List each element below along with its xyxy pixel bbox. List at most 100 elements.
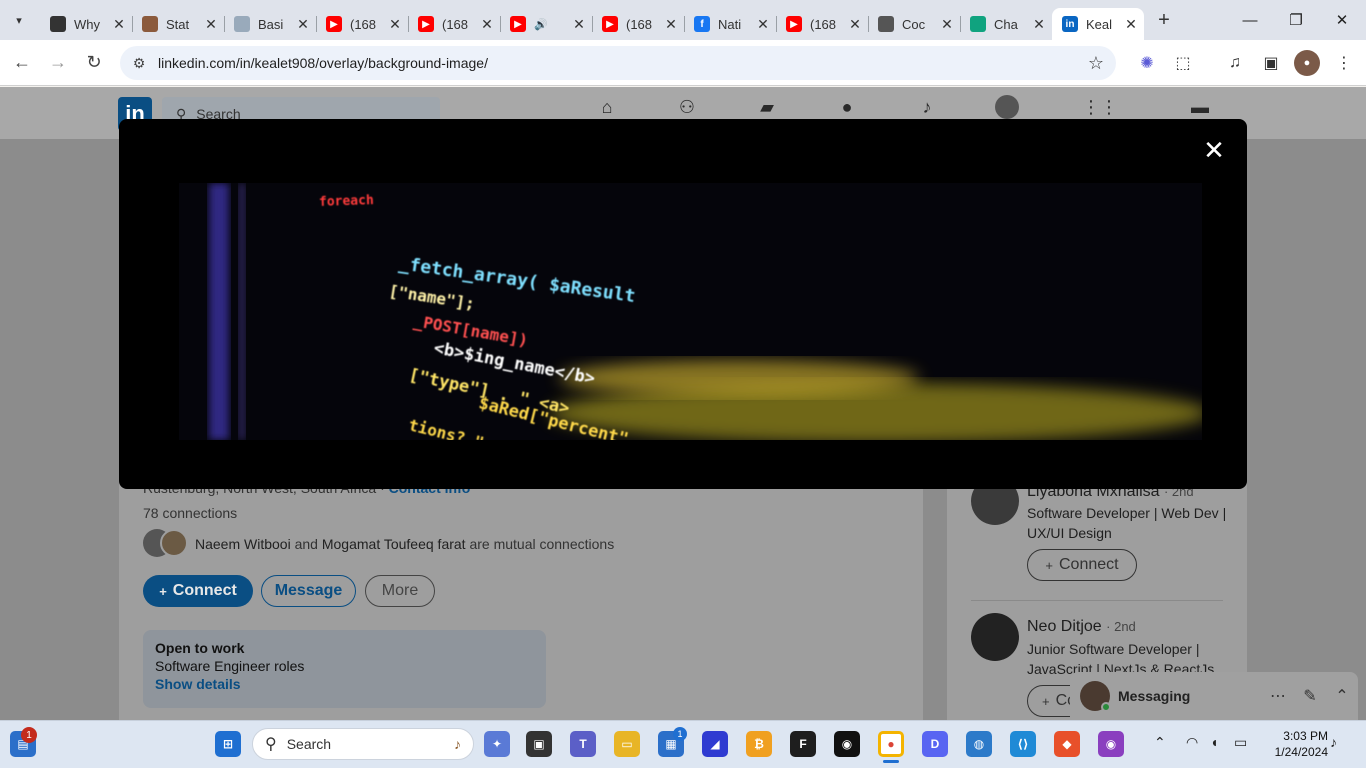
taskbar-search[interactable]: ⚲ Search ♪ <box>252 728 474 760</box>
close-tab-icon[interactable]: ✕ <box>388 16 402 33</box>
apps-grid-icon[interactable]: ⋮⋮ <box>1082 95 1118 119</box>
start-icon[interactable]: ⊞ <box>215 731 241 757</box>
vscode-icon[interactable]: ⟨⟩ <box>1010 731 1036 757</box>
code-line: foreach <box>318 193 375 210</box>
browser-tab-bar: ▾ Why ✕ Stat ✕ Basi ✕ ▶ (168 ✕ ▶ (168 ✕ ▶ 🔊 ✕ ▶ (168 ✕ f Na… <box>0 0 1366 40</box>
menu-icon[interactable]: ⋮ <box>1331 50 1357 76</box>
audio-playing-icon[interactable]: 🔊 <box>534 18 548 31</box>
tab-title: (168 <box>442 16 469 32</box>
browser-tab[interactable]: ▶ (168 ✕ <box>316 8 409 40</box>
connect-button[interactable]: + Connect <box>143 575 253 607</box>
business-icon[interactable]: ▬ <box>1188 95 1212 119</box>
profile-avatar[interactable]: ● <box>1294 50 1320 76</box>
network-icon[interactable]: ⚇ <box>675 95 699 119</box>
browser-tab[interactable]: in Keal ✕ <box>1052 8 1144 40</box>
clock-date: 1/24/2024 <box>1274 745 1328 759</box>
tab-search-icon[interactable]: ▾ <box>6 7 32 33</box>
more-button[interactable]: More <box>365 575 435 607</box>
restore-icon[interactable]: ❐ <box>1274 0 1318 40</box>
omnibox[interactable]: ⚙ linkedin.com/in/kealet908/overlay/back… <box>120 46 1116 80</box>
messaging-icon[interactable]: ● <box>835 95 859 119</box>
youtube-icon: ▶ <box>786 16 802 32</box>
close-tab-icon[interactable]: ✕ <box>1032 16 1046 33</box>
suggestion-name-row[interactable]: Neo Ditjoe · 2nd <box>1027 618 1136 636</box>
close-tab-icon[interactable]: ✕ <box>1124 16 1138 33</box>
extension-icon[interactable]: ✺ <box>1134 50 1160 76</box>
minimize-icon[interactable]: — <box>1228 0 1272 40</box>
suggestion-avatar[interactable] <box>971 613 1019 661</box>
close-tab-icon[interactable]: ✕ <box>940 16 954 33</box>
back-arrow-icon[interactable]: ← <box>4 45 40 81</box>
git-icon[interactable]: ◆ <box>1054 731 1080 757</box>
mutual-name[interactable]: Mogamat Toufeeq farat <box>322 536 466 552</box>
discord-icon[interactable]: D <box>922 731 948 757</box>
bookmark-star-icon[interactable]: ☆ <box>1088 53 1104 74</box>
close-icon[interactable]: ✕ <box>1199 135 1229 165</box>
suggestion-name[interactable]: Neo Ditjoe <box>1027 618 1102 635</box>
notifications-icon[interactable]: ♪ <box>915 95 939 119</box>
compose-icon[interactable]: ✎ <box>1294 686 1326 706</box>
close-tab-icon[interactable]: ✕ <box>296 16 310 33</box>
github-desktop-icon[interactable]: ◉ <box>1098 731 1124 757</box>
close-tab-icon[interactable]: ✕ <box>664 16 678 33</box>
notification-bell-icon[interactable]: ♪ <box>1330 734 1337 750</box>
more-options-icon[interactable]: ⋯ <box>1262 686 1294 706</box>
browser-tab[interactable]: Cha ✕ <box>960 8 1053 40</box>
close-tab-icon[interactable]: ✕ <box>204 16 218 33</box>
bitcoin-icon[interactable]: ₿ <box>746 731 772 757</box>
github-icon[interactable]: ◉ <box>834 731 860 757</box>
browser-tab[interactable]: ▶ (168 ✕ <box>592 8 685 40</box>
linear-icon[interactable]: ◢ <box>702 731 728 757</box>
jobs-icon[interactable]: ▰ <box>755 95 779 119</box>
mutual-connections-text[interactable]: Naeem Witbooi and Mogamat Toufeeq farat … <box>195 536 614 552</box>
system-clock[interactable]: 3:03 PM 1/24/2024 <box>1264 728 1328 760</box>
reload-icon[interactable]: ↻ <box>76 45 112 81</box>
messaging-bar[interactable]: Messaging ⋯ ✎ ⌃ <box>1070 672 1358 720</box>
close-tab-icon[interactable]: ✕ <box>848 16 862 33</box>
new-tab-button[interactable]: + <box>1150 6 1178 34</box>
close-tab-icon[interactable]: ✕ <box>112 16 126 33</box>
browser-tab[interactable]: Coc ✕ <box>868 8 961 40</box>
show-details-link[interactable]: Show details <box>155 676 534 692</box>
messaging-label[interactable]: Messaging <box>1118 688 1262 704</box>
browser-tab[interactable]: ▶ (168 ✕ <box>776 8 869 40</box>
mutual-name[interactable]: Naeem Witbooi <box>195 536 291 552</box>
connect-label: Connect <box>172 582 237 599</box>
forward-arrow-icon[interactable]: → <box>40 45 76 81</box>
site-settings-icon[interactable]: ⚙ <box>124 55 154 72</box>
puzzle-icon[interactable]: ⬚ <box>1170 50 1196 76</box>
suggestion-connect-button[interactable]: + Connect <box>1027 549 1137 581</box>
app-icon[interactable]: ◍ <box>966 731 992 757</box>
wifi-icon[interactable]: ◠ <box>1186 734 1198 751</box>
chrome-icon[interactable]: ● <box>878 731 904 757</box>
browser-tab[interactable]: Why ✕ <box>40 8 133 40</box>
battery-icon[interactable]: ▭ <box>1234 734 1247 751</box>
figma-icon[interactable]: F <box>790 731 816 757</box>
side-panel-icon[interactable]: ▣ <box>1258 50 1284 76</box>
copilot-icon[interactable]: ✦ <box>484 731 510 757</box>
connections-count[interactable]: 78 connections <box>143 505 237 521</box>
mutual-suffix: are mutual connections <box>469 536 615 552</box>
media-control-icon[interactable]: ♫ <box>1222 50 1248 76</box>
home-icon[interactable]: ⌂ <box>595 95 619 119</box>
close-tab-icon[interactable]: ✕ <box>572 16 586 33</box>
url-text[interactable]: linkedin.com/in/kealet908/overlay/backgr… <box>158 55 488 71</box>
browser-tab[interactable]: Stat ✕ <box>132 8 225 40</box>
close-tab-icon[interactable]: ✕ <box>480 16 494 33</box>
file-explorer-icon[interactable]: ▭ <box>614 731 640 757</box>
close-tab-icon[interactable]: ✕ <box>756 16 770 33</box>
chevron-up-icon[interactable]: ⌃ <box>1326 686 1358 706</box>
message-button[interactable]: Message <box>261 575 356 607</box>
me-avatar[interactable] <box>995 95 1019 119</box>
browser-tab[interactable]: ▶ 🔊 ✕ <box>500 8 593 40</box>
tab-strip: Why ✕ Stat ✕ Basi ✕ ▶ (168 ✕ ▶ (168 ✕ ▶ 🔊 ✕ ▶ (168 ✕ f Nati… <box>40 0 1144 40</box>
close-window-icon[interactable]: ✕ <box>1320 0 1364 40</box>
teams-icon[interactable]: T <box>570 731 596 757</box>
browser-tab[interactable]: Basi ✕ <box>224 8 317 40</box>
browser-tab[interactable]: f Nati ✕ <box>684 8 777 40</box>
open-to-work-card[interactable]: Open to work Software Engineer roles Sho… <box>143 630 546 708</box>
browser-tab[interactable]: ▶ (168 ✕ <box>408 8 501 40</box>
volume-icon[interactable]: ◖ <box>1210 734 1218 750</box>
task-view-icon[interactable]: ▣ <box>526 731 552 757</box>
chevron-up-icon[interactable]: ⌃ <box>1154 734 1166 751</box>
